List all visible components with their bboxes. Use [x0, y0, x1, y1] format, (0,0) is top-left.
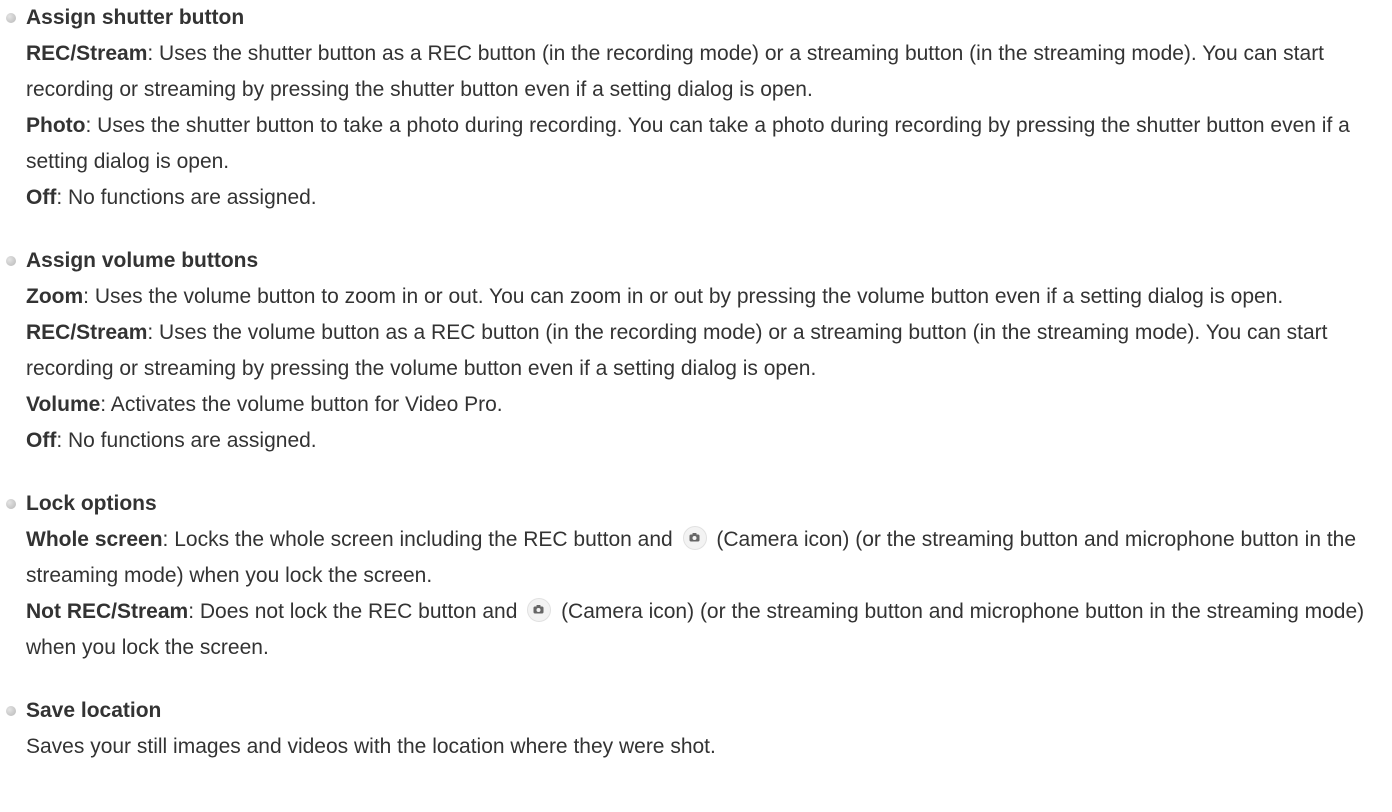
- section-assign-volume-buttons: Assign volume buttons Zoom: Uses the vol…: [0, 243, 1392, 459]
- option-text: : Uses the volume button to zoom in or o…: [83, 285, 1284, 308]
- option-text-before: : Locks the whole screen including the R…: [162, 528, 679, 551]
- bullet-icon: [6, 256, 16, 266]
- option-term: Off: [26, 186, 57, 209]
- option-text: : No functions are assigned.: [56, 186, 317, 209]
- option-text: : Uses the shutter button to take a phot…: [26, 114, 1350, 173]
- option-term: Off: [26, 429, 57, 452]
- option-description: Photo: Uses the shutter button to take a…: [0, 108, 1392, 180]
- option-description: Saves your still images and videos with …: [0, 729, 1392, 765]
- bullet-icon: [6, 499, 16, 509]
- option-description: REC/Stream: Uses the shutter button as a…: [0, 36, 1392, 108]
- option-text: : Uses the volume button as a REC button…: [26, 321, 1328, 380]
- section-lock-options: Lock options Whole screen: Locks the who…: [0, 486, 1392, 666]
- option-term: Whole screen: [26, 528, 163, 551]
- settings-help-content: Assign shutter button REC/Stream: Uses t…: [0, 0, 1392, 765]
- bullet-icon: [6, 13, 16, 23]
- section-title: Save location: [26, 699, 162, 722]
- option-term: Volume: [26, 393, 101, 416]
- option-term: REC/Stream: [26, 321, 148, 344]
- option-term: REC/Stream: [26, 42, 148, 65]
- option-description: Volume: Activates the volume button for …: [0, 387, 1392, 423]
- section-header: Save location: [0, 693, 1392, 729]
- option-description: Off: No functions are assigned.: [0, 180, 1392, 216]
- option-term: Not REC/Stream: [26, 600, 189, 623]
- option-description: Not REC/Stream: Does not lock the REC bu…: [0, 594, 1392, 666]
- option-description: REC/Stream: Uses the volume button as a …: [0, 315, 1392, 387]
- section-title: Assign shutter button: [26, 6, 245, 29]
- option-text-before: : Does not lock the REC button and: [188, 600, 524, 623]
- section-header: Assign volume buttons: [0, 243, 1392, 279]
- option-term: Zoom: [26, 285, 84, 308]
- section-assign-shutter-button: Assign shutter button REC/Stream: Uses t…: [0, 0, 1392, 216]
- option-text: : Activates the volume button for Video …: [100, 393, 503, 416]
- section-header: Assign shutter button: [0, 0, 1392, 36]
- camera-icon: [682, 526, 707, 550]
- option-text: : No functions are assigned.: [56, 429, 317, 452]
- option-text: : Uses the shutter button as a REC butto…: [26, 42, 1325, 101]
- option-description: Whole screen: Locks the whole screen inc…: [0, 522, 1392, 594]
- section-title: Lock options: [26, 492, 157, 515]
- camera-icon: [527, 598, 552, 622]
- bullet-icon: [6, 706, 16, 716]
- option-description: Zoom: Uses the volume button to zoom in …: [0, 279, 1392, 315]
- section-save-location: Save location Saves your still images an…: [0, 693, 1392, 765]
- option-description: Off: No functions are assigned.: [0, 423, 1392, 459]
- option-text: Saves your still images and videos with …: [26, 735, 716, 758]
- section-header: Lock options: [0, 486, 1392, 522]
- section-title: Assign volume buttons: [26, 249, 259, 272]
- option-term: Photo: [26, 114, 86, 137]
